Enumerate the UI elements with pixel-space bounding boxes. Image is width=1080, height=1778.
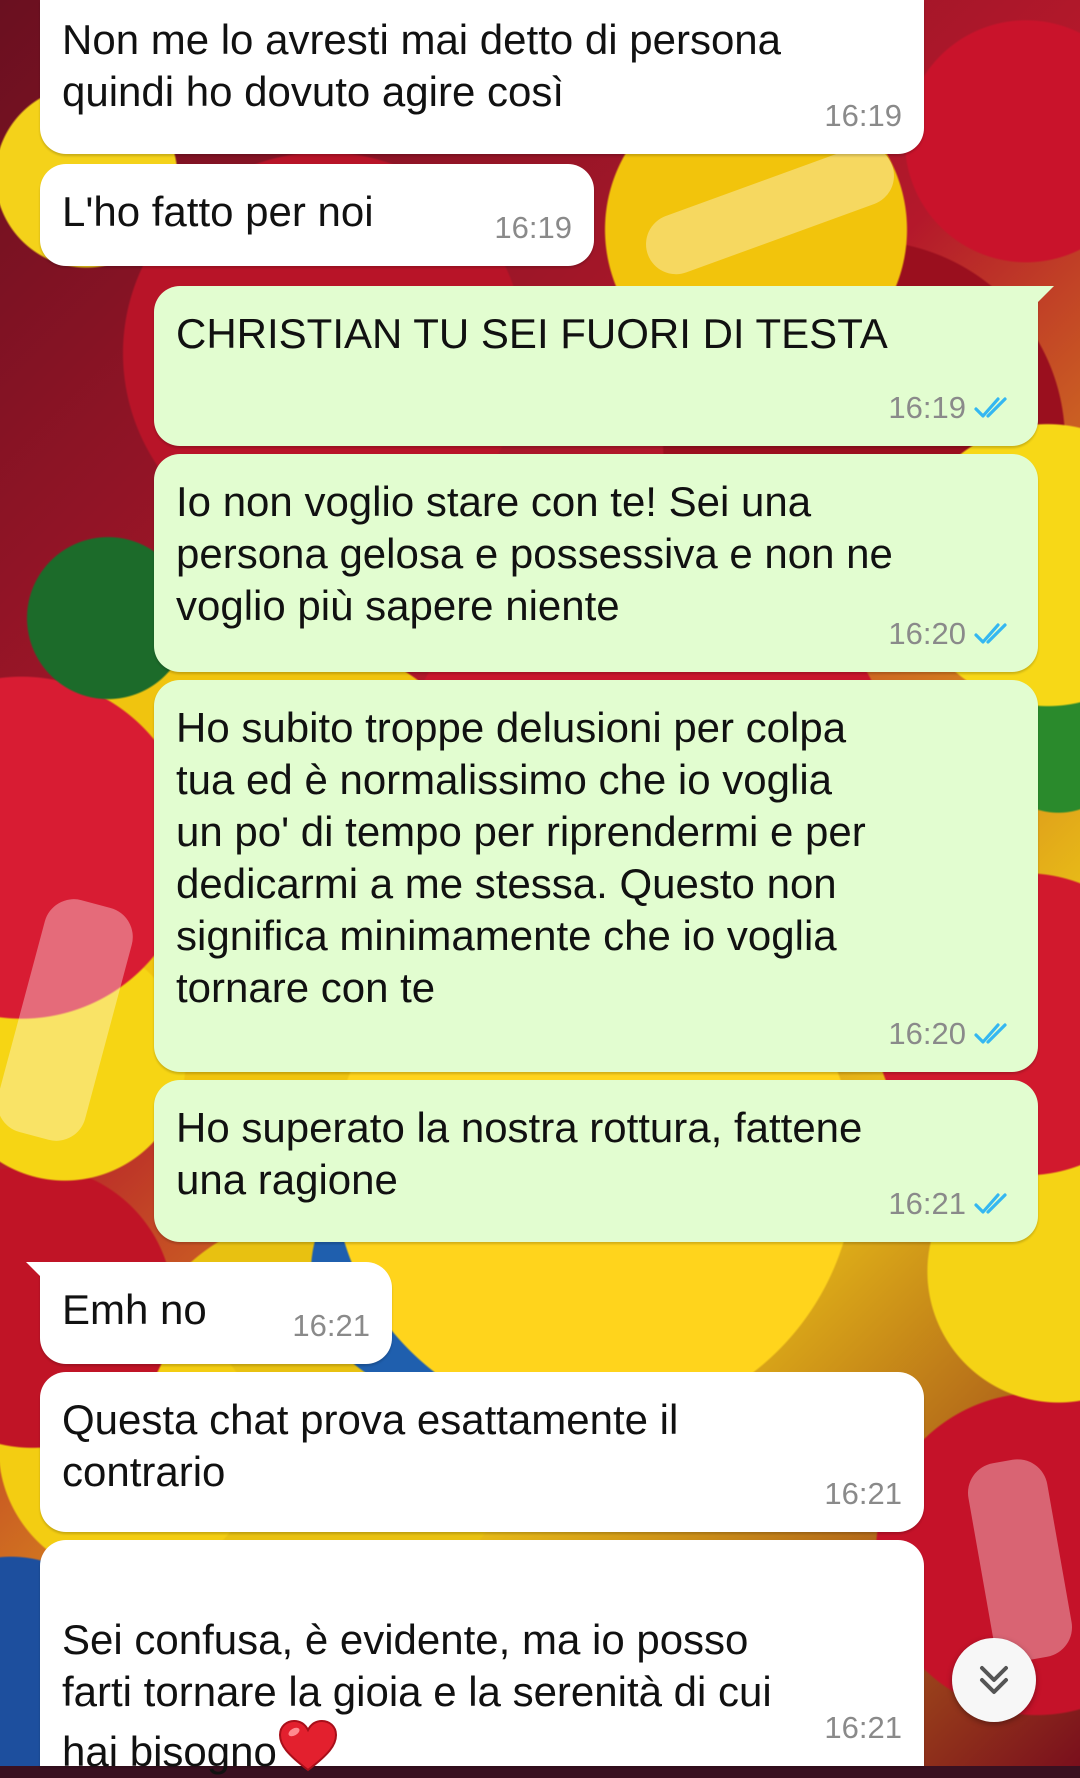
message-text: Questa chat prova esattamente il contrar… — [62, 1396, 679, 1495]
message-text: Non me lo avresti mai detto di persona q… — [62, 16, 782, 115]
message-meta: 16:20 — [888, 608, 1016, 660]
message-time: 16:21 — [292, 1308, 370, 1343]
message-meta: 16:19 — [494, 202, 572, 254]
message-time: 16:21 — [824, 1476, 902, 1511]
bubble-tail — [26, 1262, 48, 1284]
double-chevron-down-icon — [980, 1666, 1008, 1694]
bubble-tail — [1032, 286, 1054, 308]
message-meta: 16:20 — [888, 1008, 1016, 1060]
message-meta: 16:21 — [824, 1702, 902, 1754]
message-time: 16:20 — [888, 616, 966, 651]
read-double-tick-icon — [974, 1193, 1007, 1214]
message-text: Emh no — [62, 1286, 207, 1333]
message-text-content: Sei confusa, è evidente, ma io posso far… — [62, 1616, 772, 1775]
message-bubble-incoming[interactable]: Sei confusa, è evidente, ma io posso far… — [40, 1540, 924, 1775]
message-bubble-incoming[interactable]: L'ho fatto per noi 16:19 — [40, 164, 594, 266]
message-meta: 16:19 — [824, 90, 902, 142]
message-meta: 16:21 — [292, 1300, 370, 1352]
message-bubble-outgoing[interactable]: CHRISTIAN TU SEI FUORI DI TESTA 16:19 — [154, 286, 1054, 446]
message-meta: 16:19 — [888, 382, 1016, 434]
read-double-tick-icon — [974, 1023, 1007, 1044]
read-double-tick-icon — [974, 623, 1007, 644]
message-bubble-outgoing[interactable]: Io non voglio stare con te! Sei una pers… — [154, 454, 1038, 672]
message-meta: 16:21 — [888, 1178, 1016, 1230]
message-bubble-incoming[interactable]: Non me lo avresti mai detto di persona q… — [40, 0, 924, 154]
message-text: L'ho fatto per noi — [62, 188, 374, 235]
message-time: 16:20 — [888, 1016, 966, 1051]
message-time: 16:19 — [494, 210, 572, 245]
message-bubble-outgoing[interactable]: Ho subito troppe delusioni per colpa tua… — [154, 680, 1038, 1072]
scroll-to-bottom-button[interactable] — [952, 1638, 1036, 1722]
message-text: Ho subito troppe delusioni per colpa tua… — [176, 704, 866, 1011]
message-text: CHRISTIAN TU SEI FUORI DI TESTA — [176, 310, 888, 357]
message-meta: 16:21 — [824, 1468, 902, 1520]
message-time: 16:19 — [824, 98, 902, 133]
message-text: Io non voglio stare con te! Sei una pers… — [176, 478, 893, 629]
message-bubble-outgoing[interactable]: Ho superato la nostra rottura, fattene u… — [154, 1080, 1038, 1242]
message-time: 16:19 — [888, 390, 966, 425]
message-text: Ho superato la nostra rottura, fattene u… — [176, 1104, 863, 1203]
message-bubble-incoming[interactable]: Emh no 16:21 — [26, 1262, 392, 1364]
read-double-tick-icon — [974, 397, 1007, 418]
message-time: 16:21 — [824, 1710, 902, 1745]
message-bubble-incoming[interactable]: Questa chat prova esattamente il contrar… — [40, 1372, 924, 1532]
message-time: 16:21 — [888, 1186, 966, 1221]
message-text: Sei confusa, è evidente, ma io posso far… — [62, 1562, 772, 1778]
